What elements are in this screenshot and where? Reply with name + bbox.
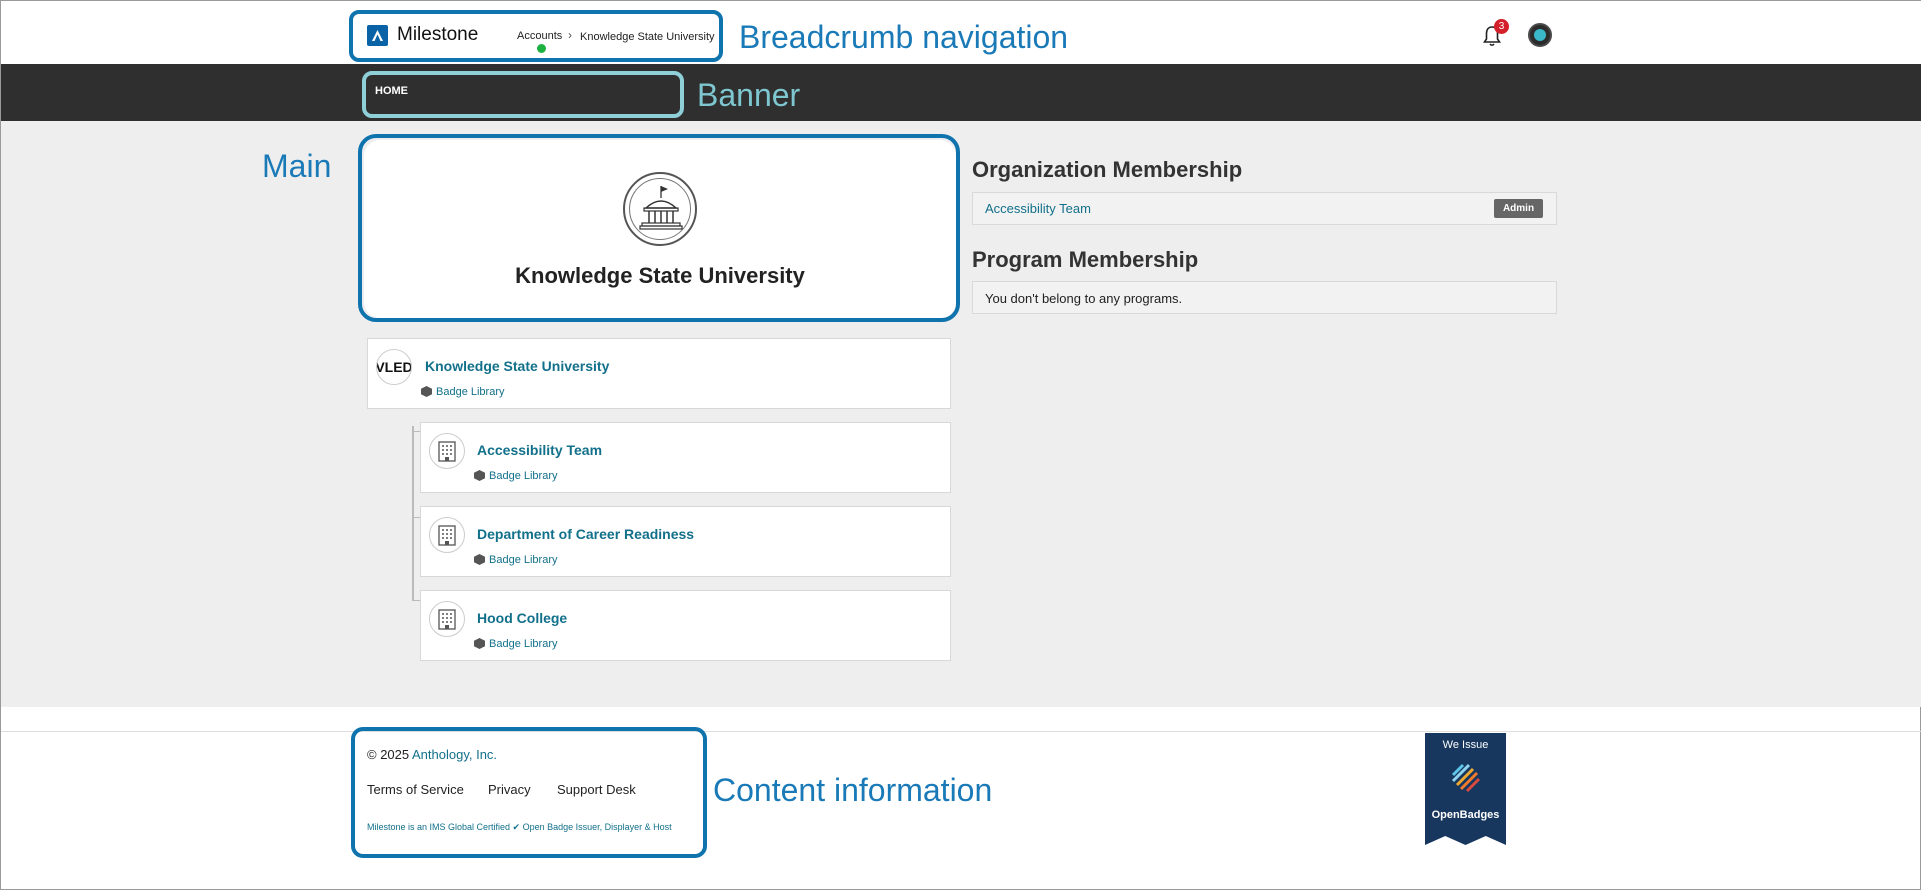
privacy-link[interactable]: Privacy: [488, 782, 531, 797]
user-avatar-icon[interactable]: [1528, 23, 1552, 47]
org-link-root[interactable]: Knowledge State University: [425, 358, 609, 374]
company-link[interactable]: Anthology, Inc.: [412, 747, 497, 762]
org-link-child[interactable]: Hood College: [477, 610, 567, 626]
tree-connector: [412, 426, 414, 601]
org-avatar-root: VLED: [376, 349, 412, 385]
main-annotation-label: Main: [262, 148, 332, 184]
certification-link[interactable]: Milestone is an IMS Global Certified ✔ O…: [367, 822, 672, 833]
program-empty-text: You don't belong to any programs.: [985, 291, 1183, 306]
terms-link[interactable]: Terms of Service: [367, 782, 464, 797]
copyright: © 2025 Anthology, Inc.: [367, 747, 498, 762]
org-link-child[interactable]: Department of Career Readiness: [477, 526, 694, 542]
app-name[interactable]: Milestone: [397, 24, 478, 46]
program-membership-heading: Program Membership: [972, 247, 1199, 272]
notification-count-badge: 3: [1494, 19, 1509, 34]
banner-annotation-label: Banner: [697, 77, 801, 113]
role-badge: Admin: [1494, 199, 1543, 218]
badge-library-link[interactable]: Badge Library: [436, 386, 505, 398]
main-region: [1, 121, 1921, 707]
support-link[interactable]: Support Desk: [557, 782, 636, 797]
office-building-icon: [429, 601, 465, 637]
contentinfo-annotation-label: Content information: [713, 772, 993, 808]
footer-divider: [1, 731, 1921, 732]
university-building-icon: [623, 172, 697, 246]
organization-title: Knowledge State University: [515, 263, 805, 288]
openbadges-logo-icon[interactable]: We Issue OpenBadges: [1425, 733, 1506, 845]
organization-membership-heading: Organization Membership: [972, 157, 1243, 182]
badge-library-link[interactable]: Badge Library: [489, 554, 558, 566]
chevron-right-icon: ›: [568, 28, 572, 42]
breadcrumb-current: Knowledge State University: [580, 31, 715, 43]
office-building-icon: [429, 517, 465, 553]
tree-connector: [412, 431, 420, 432]
breadcrumb-annotation-label: Breadcrumb navigation: [739, 19, 1069, 55]
badge-library-link[interactable]: Badge Library: [489, 470, 558, 482]
banner: [1, 64, 1921, 121]
membership-org-link[interactable]: Accessibility Team: [985, 201, 1091, 216]
milestone-logo-icon[interactable]: [367, 25, 388, 46]
breadcrumb-accounts[interactable]: Accounts: [517, 30, 562, 42]
office-building-icon: [429, 433, 465, 469]
status-dot-icon: [537, 44, 546, 53]
banner-home-link[interactable]: HOME: [375, 85, 408, 97]
tree-connector: [412, 517, 420, 518]
tree-connector: [412, 600, 420, 601]
org-link-child[interactable]: Accessibility Team: [477, 442, 602, 458]
badge-library-link[interactable]: Badge Library: [489, 638, 558, 650]
